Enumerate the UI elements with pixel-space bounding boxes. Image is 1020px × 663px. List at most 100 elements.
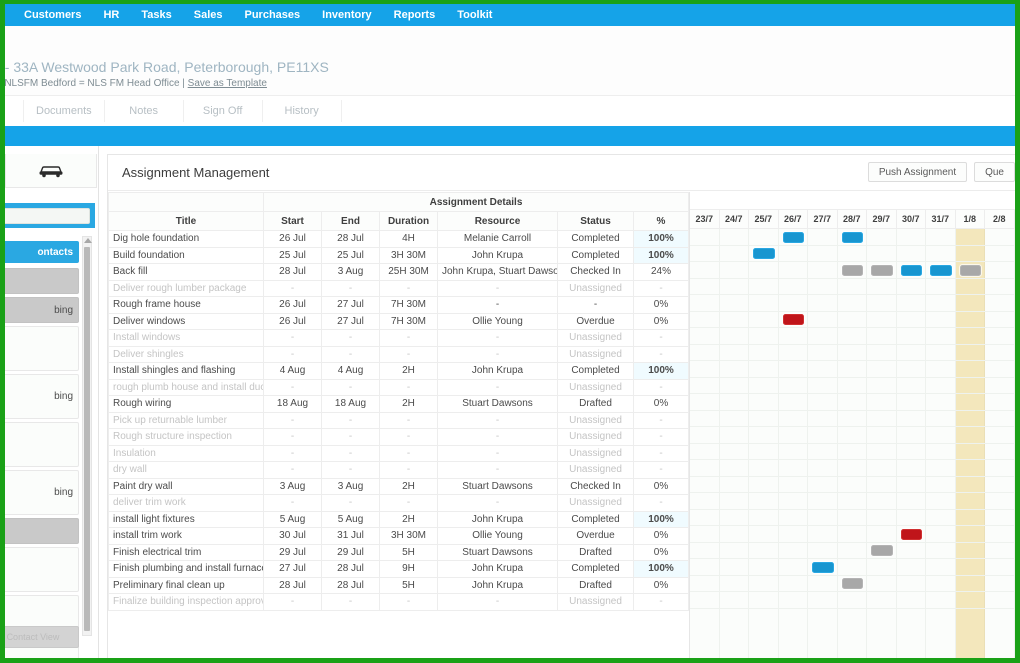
gantt-bar-blue[interactable] bbox=[930, 264, 952, 276]
table-row[interactable]: rough plumb house and install duct - - - - Un… bbox=[108, 378, 689, 396]
push-assignment-button[interactable]: Push Assignment bbox=[867, 162, 968, 182]
table-row[interactable]: install light fixtures 5 Aug 5 Aug 2H John K… bbox=[108, 510, 689, 528]
cell-title: install light fixtures bbox=[108, 510, 264, 528]
column-header-start[interactable]: Start bbox=[263, 211, 322, 231]
cell-end: 28 Jul bbox=[321, 560, 380, 578]
sidebar-list-item[interactable] bbox=[5, 422, 79, 467]
gantt-row bbox=[690, 460, 1015, 477]
table-row[interactable]: Back fill 28 Jul 3 Aug 25H 30M John Krupa, S… bbox=[108, 263, 689, 281]
screen-capture-frame: Customers HR Tasks Sales Purchases Inventory R… bbox=[0, 0, 1020, 663]
column-header-end[interactable]: End bbox=[321, 211, 380, 231]
gantt-bar-red[interactable] bbox=[782, 314, 804, 325]
gantt-bar-blue[interactable] bbox=[753, 248, 775, 259]
table-row[interactable]: Build foundation 25 Jul 25 Jul 3H 30M John K… bbox=[108, 246, 689, 264]
nav-item-purchases[interactable]: Purchases bbox=[233, 4, 311, 26]
cell-status: Unassigned bbox=[557, 279, 634, 297]
table-row[interactable]: Install windows - - - - Unassigned - bbox=[108, 329, 689, 347]
sidebar-list-item[interactable] bbox=[5, 268, 79, 294]
cell-status: Unassigned bbox=[557, 593, 634, 611]
table-row[interactable]: Deliver windows 26 Jul 27 Jul 7H 30M Ollie Y… bbox=[108, 312, 689, 330]
gantt-bar-blue[interactable] bbox=[782, 231, 804, 243]
cell-title: install trim work bbox=[108, 527, 264, 545]
nav-item-sales[interactable]: Sales bbox=[183, 4, 234, 26]
cell-resource: - bbox=[437, 279, 558, 297]
tab-history[interactable]: History bbox=[263, 96, 341, 126]
cell-title: Rough structure inspection bbox=[108, 428, 264, 446]
scrollbar-thumb[interactable] bbox=[84, 247, 90, 631]
table-row[interactable]: deliver trim work - - - - Unassigned - bbox=[108, 494, 689, 512]
gantt-bar-grey[interactable] bbox=[841, 264, 863, 276]
gantt-date-column-header: 27/7 bbox=[808, 210, 838, 228]
tab-documents[interactable]: Documents bbox=[24, 96, 104, 126]
sidebar-list-item[interactable] bbox=[5, 326, 79, 371]
table-row[interactable]: Install shingles and flashing 4 Aug 4 Aug 2… bbox=[108, 362, 689, 380]
table-row[interactable]: dry wall - - - - Unassigned - bbox=[108, 461, 689, 479]
table-row[interactable]: Preliminary final clean up 28 Jul 28 Jul 5H… bbox=[108, 576, 689, 594]
table-row[interactable]: Dig hole foundation 26 Jul 28 Jul 4H Melanie… bbox=[108, 230, 689, 248]
gantt-bar-grey[interactable] bbox=[871, 264, 893, 276]
sidebar-item-contacts[interactable]: ontacts bbox=[5, 241, 79, 263]
nav-item-customers[interactable]: Customers bbox=[13, 4, 92, 26]
table-row[interactable]: Finalize building inspection approval - - -… bbox=[108, 593, 689, 611]
cell-title: Deliver shingles bbox=[108, 345, 264, 363]
cell-title: Dig hole foundation bbox=[108, 230, 264, 248]
table-row[interactable]: Deliver rough lumber package - - - - Unassign… bbox=[108, 279, 689, 297]
cell-end: 27 Jul bbox=[321, 312, 380, 330]
cell-title: rough plumb house and install duct bbox=[108, 378, 264, 396]
gantt-bar-grey[interactable] bbox=[959, 264, 981, 276]
blank-header-cell bbox=[108, 192, 264, 212]
gantt-bar-blue[interactable] bbox=[841, 231, 863, 243]
sidebar-scrollbar[interactable] bbox=[82, 236, 92, 636]
column-header-title[interactable]: Title bbox=[108, 211, 264, 231]
table-row[interactable]: Finish plumbing and install furnace 27 Ju… bbox=[108, 560, 689, 578]
sidebar-list-item[interactable]: bing bbox=[5, 374, 79, 419]
table-row[interactable]: Rough structure inspection - - - - Unassigned… bbox=[108, 428, 689, 446]
nav-item-hr[interactable]: HR bbox=[92, 4, 130, 26]
nav-item-inventory[interactable]: Inventory bbox=[311, 4, 383, 26]
column-header-status[interactable]: Status bbox=[557, 211, 634, 231]
gantt-bar-red[interactable] bbox=[900, 528, 922, 540]
table-row[interactable]: Rough wiring 18 Aug 18 Aug 2H Stuart Dawsons… bbox=[108, 395, 689, 413]
scroll-up-arrow-icon[interactable] bbox=[84, 238, 92, 243]
cell-start: - bbox=[263, 411, 322, 429]
cell-status: Unassigned bbox=[557, 494, 634, 512]
column-header-percent[interactable]: % bbox=[633, 211, 689, 231]
sidebar-list-item[interactable] bbox=[5, 547, 79, 592]
table-row[interactable]: Insulation - - - - Unassigned - bbox=[108, 444, 689, 462]
sidebar-list-item[interactable] bbox=[5, 518, 79, 544]
cell-end: - bbox=[321, 494, 380, 512]
cell-end: 3 Aug bbox=[321, 477, 380, 495]
save-as-template-link[interactable]: Save as Template bbox=[188, 78, 267, 89]
gantt-bar-grey[interactable] bbox=[841, 578, 863, 589]
column-header-duration[interactable]: Duration bbox=[379, 211, 438, 231]
table-row[interactable]: Paint dry wall 3 Aug 3 Aug 2H Stuart Dawsons… bbox=[108, 477, 689, 495]
nav-item-tasks[interactable]: Tasks bbox=[130, 4, 182, 26]
cell-end: 4 Aug bbox=[321, 362, 380, 380]
gantt-bar-grey[interactable] bbox=[871, 545, 893, 556]
table-row[interactable]: Pick up returnable lumber - - - - Unassigned - bbox=[108, 411, 689, 429]
search-input[interactable] bbox=[5, 207, 90, 224]
cell-resource: - bbox=[437, 329, 558, 347]
sidebar-vehicle-tab[interactable] bbox=[5, 154, 97, 188]
table-row[interactable]: Rough frame house 26 Jul 27 Jul 7H 30M - -0% bbox=[108, 296, 689, 314]
gantt-bar-blue[interactable] bbox=[812, 561, 834, 573]
tab-sign-off[interactable]: Sign Off bbox=[184, 96, 262, 126]
gantt-row bbox=[690, 543, 1015, 559]
cell-resource: John Krupa, Stuart Dawsons bbox=[437, 263, 558, 281]
sidebar-list-item[interactable]: bing bbox=[5, 470, 79, 515]
table-body: Dig hole foundation 26 Jul 28 Jul 4H Melanie… bbox=[108, 230, 689, 611]
nav-item-toolkit[interactable]: Toolkit bbox=[446, 4, 503, 26]
gantt-bar-blue[interactable] bbox=[900, 264, 922, 276]
table-row[interactable]: Finish electrical trim 29 Jul 29 Jul 5H Stua… bbox=[108, 543, 689, 561]
sidebar-list-item[interactable]: bing bbox=[5, 297, 79, 323]
cell-percent: - bbox=[633, 279, 689, 297]
column-header-resource[interactable]: Resource bbox=[437, 211, 558, 231]
que-button[interactable]: Que bbox=[974, 162, 1015, 182]
sidebar-bottom-button[interactable]: Contact View bbox=[5, 626, 79, 648]
table-row[interactable]: Deliver shingles - - - - Unassigned - bbox=[108, 345, 689, 363]
gantt-date-header: 23/7 24/7 25/7 26/7 27/7 28/7 29/7 30/7 31/7 1/8 2… bbox=[690, 210, 1015, 229]
cell-duration: 3H 30M bbox=[379, 527, 438, 545]
nav-item-reports[interactable]: Reports bbox=[383, 4, 447, 26]
table-row[interactable]: install trim work 30 Jul 31 Jul 3H 30M Ollie… bbox=[108, 527, 689, 545]
tab-notes[interactable]: Notes bbox=[105, 96, 183, 126]
